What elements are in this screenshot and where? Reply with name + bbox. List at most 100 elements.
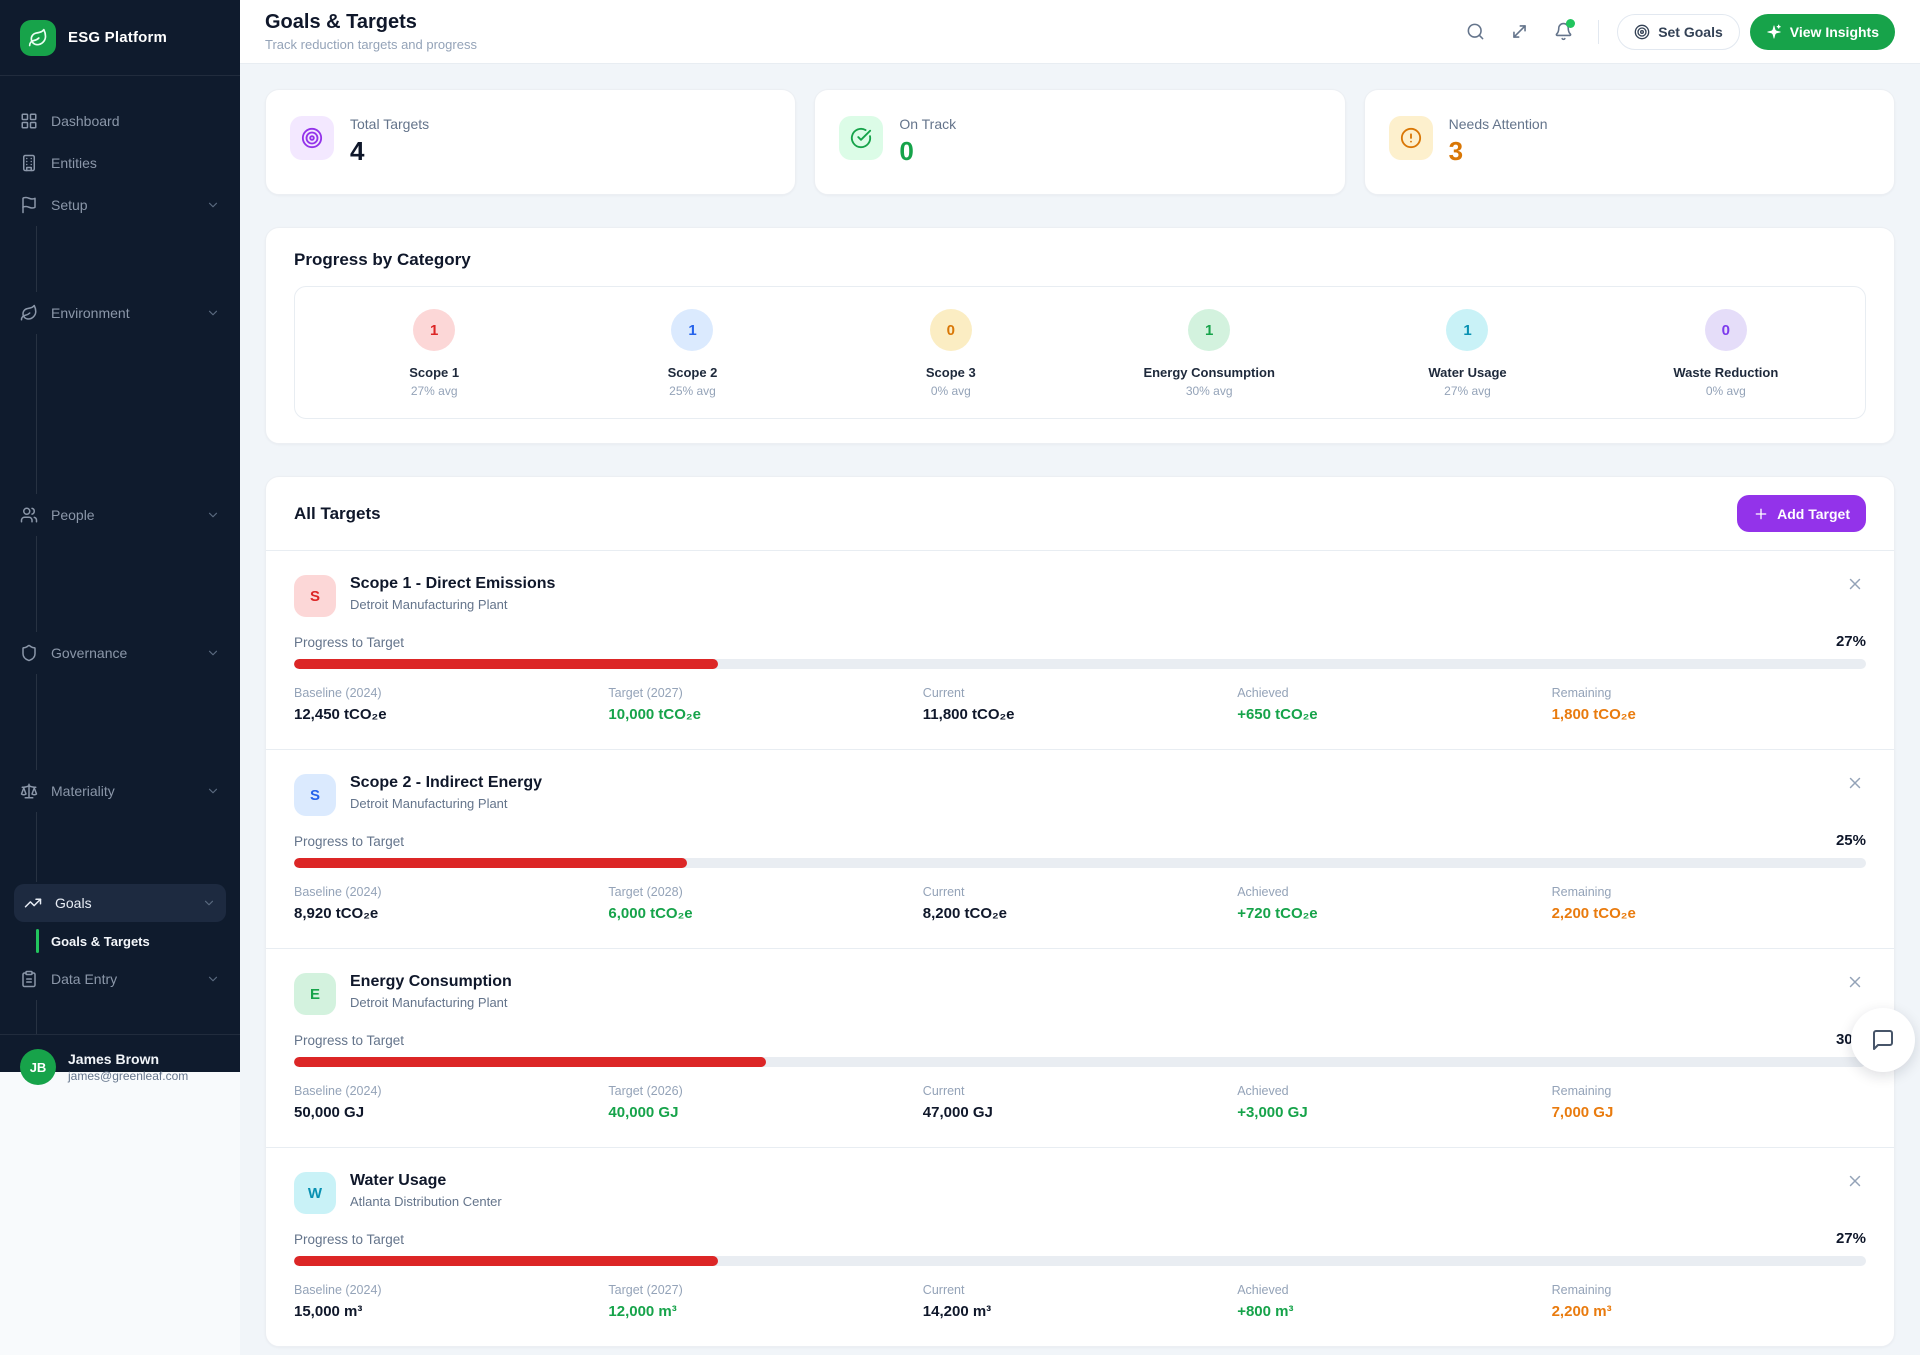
stat-achieved: Achieved +650 tCO₂e — [1237, 686, 1318, 723]
sidebar-item-governance[interactable]: Governance — [0, 632, 240, 674]
search-button[interactable] — [1458, 15, 1492, 49]
leaf-icon — [20, 304, 37, 321]
target-entity: Atlanta Distribution Center — [350, 1194, 502, 1209]
chat-widget-button[interactable] — [1851, 1008, 1915, 1072]
category-name: Scope 3 — [925, 365, 976, 380]
stat-baseline: Baseline (2024) 50,000 GJ — [294, 1084, 382, 1121]
sidebar-item-environment[interactable]: Environment — [0, 292, 240, 334]
target-title: Scope 2 - Indirect Energy — [350, 774, 543, 791]
close-icon — [1849, 777, 1861, 789]
close-icon — [1849, 578, 1861, 590]
user-email: james@greenleaf.com — [68, 1068, 189, 1083]
stat-current: Current 8,200 tCO₂e — [922, 885, 1008, 922]
check-circle-icon — [839, 116, 884, 160]
diagonal-arrows-icon — [1512, 25, 1526, 38]
card-value: 3 — [1448, 136, 1464, 166]
all-targets-panel: All Targets Add Target S Scope 1 - Direc… — [265, 476, 1895, 1347]
scales-icon — [20, 783, 38, 799]
progress-bar — [294, 1057, 1866, 1067]
category-scope2: 1 Scope 2 25% avg — [563, 309, 821, 398]
target-entity: Detroit Manufacturing Plant — [350, 796, 508, 811]
card-label: Total Targets — [350, 116, 430, 132]
category-avg: 27% avg — [1444, 384, 1491, 398]
notification-dot — [1566, 18, 1576, 28]
category-count: 1 — [1188, 309, 1231, 351]
submenu-indent-line — [36, 226, 240, 292]
target-initial-badge: W — [294, 1172, 336, 1214]
category-energy: 1 Energy Consumption 30% avg — [1080, 309, 1338, 398]
users-icon — [20, 507, 38, 523]
alert-circle-icon — [1388, 116, 1433, 160]
page-header: Goals & Targets Track reduction targets … — [240, 0, 1920, 64]
on-track-card: On Track 0 — [814, 89, 1346, 195]
category-water: 1 Water Usage 27% avg — [1338, 309, 1596, 398]
view-insights-button[interactable]: View Insights — [1749, 13, 1895, 50]
sidebar-item-label: Materiality — [51, 783, 115, 799]
stat-remaining: Remaining 1,800 tCO₂e — [1551, 686, 1636, 723]
stat-achieved: Achieved +800 m³ — [1237, 1283, 1294, 1320]
page-subtitle: Track reduction targets and progress — [265, 37, 477, 52]
stat-current: Current 11,800 tCO₂e — [922, 686, 1015, 723]
close-button[interactable] — [1846, 973, 1866, 993]
progress-percent: 27% — [1835, 633, 1866, 650]
target-initial-badge: S — [294, 575, 336, 617]
brand-header: ESG Platform — [0, 0, 240, 76]
sidebar-item-materiality[interactable]: Materiality — [0, 770, 240, 812]
target-row-scope2: S Scope 2 - Indirect Energy Detroit Manu… — [266, 750, 1894, 949]
add-target-label: Add Target — [1777, 505, 1850, 522]
set-goals-button[interactable]: Set Goals — [1617, 13, 1740, 50]
target-icon — [1634, 24, 1650, 39]
card-label: On Track — [899, 116, 957, 132]
sidebar-item-data-entry[interactable]: Data Entry — [0, 958, 240, 1000]
grid-icon — [21, 113, 37, 129]
expand-button[interactable] — [1502, 15, 1536, 49]
stat-current: Current 47,000 GJ — [922, 1084, 993, 1121]
submenu-indent-line — [36, 334, 240, 494]
progress-label: Progress to Target — [294, 635, 405, 650]
target-row-scope1: S Scope 1 - Direct Emissions Detroit Man… — [266, 551, 1894, 750]
card-label: Needs Attention — [1448, 116, 1548, 132]
close-icon — [1849, 1175, 1861, 1187]
target-title: Scope 1 - Direct Emissions — [350, 575, 556, 592]
target-entity: Detroit Manufacturing Plant — [350, 597, 508, 612]
chevron-down-icon — [208, 788, 218, 794]
sidebar-item-label: Entities — [51, 155, 97, 171]
chat-bubble-icon — [1873, 1030, 1893, 1050]
category-scope1: 1 Scope 1 27% avg — [305, 309, 563, 398]
stat-baseline: Baseline (2024) 12,450 tCO₂e — [294, 686, 387, 723]
sidebar-item-goals[interactable]: Goals — [14, 884, 226, 922]
target-title: Water Usage — [350, 1172, 447, 1189]
brand-name: ESG Platform — [68, 29, 168, 46]
category-avg: 0% avg — [1705, 384, 1746, 398]
target-icon — [290, 116, 334, 160]
search-icon — [1467, 23, 1484, 40]
target-row-water: W Water Usage Atlanta Distribution Cente… — [266, 1148, 1894, 1346]
sidebar-item-setup[interactable]: Setup — [0, 184, 240, 226]
add-target-button[interactable]: Add Target — [1737, 495, 1866, 532]
user-profile[interactable]: JB James Brown james@greenleaf.com — [0, 1034, 240, 1099]
stat-remaining: Remaining 2,200 tCO₂e — [1551, 885, 1636, 922]
sidebar-item-entities[interactable]: Entities — [0, 142, 240, 184]
close-button[interactable] — [1846, 575, 1866, 595]
target-initial-badge: E — [294, 973, 336, 1015]
category-name: Scope 2 — [667, 365, 718, 380]
target-entity: Detroit Manufacturing Plant — [350, 995, 508, 1010]
user-name: James Brown — [68, 1051, 160, 1068]
close-button[interactable] — [1846, 1172, 1866, 1192]
sidebar-item-label: Dashboard — [51, 113, 120, 129]
sidebar-item-people[interactable]: People — [0, 494, 240, 536]
category-name: Water Usage — [1428, 365, 1507, 380]
needs-attention-card: Needs Attention 3 — [1363, 89, 1895, 195]
page-title: Goals & Targets — [265, 11, 417, 33]
chevron-down-icon — [208, 512, 218, 518]
sidebar-item-dashboard[interactable]: Dashboard — [0, 100, 240, 142]
section-title: Progress by Category — [294, 250, 471, 269]
avatar: JB — [20, 1049, 56, 1085]
chevron-down-icon — [208, 976, 218, 982]
sidebar-nav: Dashboard Entities Setup Environment Peo… — [0, 76, 240, 1034]
stat-remaining: Remaining 2,200 m³ — [1551, 1283, 1612, 1320]
notifications-button[interactable] — [1546, 15, 1580, 49]
sidebar-subitem-goals-targets[interactable]: Goals & Targets — [0, 924, 240, 958]
close-button[interactable] — [1846, 774, 1866, 794]
divider — [1598, 19, 1600, 44]
